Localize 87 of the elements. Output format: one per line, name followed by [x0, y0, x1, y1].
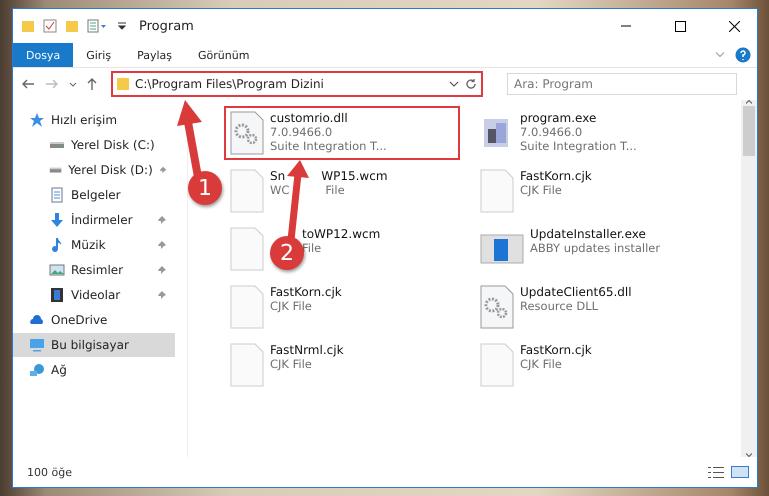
minimize-icon — [621, 25, 631, 27]
drive-icon — [49, 166, 62, 174]
sidebar-item[interactable]: Resimler — [13, 258, 175, 282]
file-name: Sn — [270, 169, 286, 183]
details-view-icon[interactable] — [707, 466, 725, 478]
star-icon — [29, 112, 45, 128]
large-icons-view-icon[interactable] — [731, 466, 749, 478]
network-icon — [29, 363, 45, 377]
pin-icon — [157, 240, 167, 250]
scrollbar[interactable] — [741, 100, 757, 457]
image-icon — [49, 264, 65, 276]
refresh-icon[interactable] — [465, 78, 477, 90]
file-detail: Suite Integration T... — [270, 139, 387, 153]
drive-icon — [49, 142, 65, 148]
file-detail: File — [325, 183, 345, 197]
sidebar-item[interactable]: Müzik — [13, 233, 175, 257]
file-name: FastNrml.cjk — [270, 343, 344, 357]
file-name: UpdateInstaller.exe — [530, 227, 646, 241]
file-name: FastKorn.cjk — [270, 285, 342, 299]
file-detail: File — [302, 241, 322, 255]
properties-icon[interactable] — [87, 19, 109, 33]
file-detail: ABBY updates installer — [530, 241, 660, 255]
sidebar-item[interactable]: Hızlı erişim — [13, 108, 175, 132]
gear-file-icon — [480, 285, 514, 329]
file-name: UpdateClient65.dll — [520, 285, 632, 299]
file-name: FastKorn.cjk — [520, 343, 592, 357]
sidebar-item[interactable]: Belgeler — [13, 183, 175, 207]
back-icon[interactable] — [21, 79, 35, 89]
sidebar-item[interactable]: Bu bilgisayar — [13, 333, 175, 357]
chevron-icon[interactable] — [449, 81, 459, 87]
film-icon — [49, 287, 65, 303]
sidebar-item[interactable]: Yerel Disk (D:) — [13, 158, 175, 182]
gear-file-icon — [230, 111, 264, 155]
ribbon-tab[interactable]: Giriş — [73, 43, 124, 67]
blank-file-icon — [230, 227, 264, 271]
folder-icon — [117, 78, 129, 90]
file-name: customrio.dll — [270, 111, 348, 125]
file-detail: 7.0.9466.0 — [520, 125, 582, 139]
maximize-icon — [674, 20, 686, 32]
window-title: Program — [139, 18, 195, 34]
cloud-icon — [29, 314, 45, 326]
ribbon-tab[interactable]: Görünüm — [185, 43, 262, 67]
blank-file-icon — [480, 169, 514, 213]
pin-icon — [157, 265, 167, 275]
address-bar[interactable]: C:\Program Files\Program Dizini — [111, 71, 483, 97]
blank-file-icon — [230, 169, 264, 213]
blank-file-icon — [480, 343, 514, 387]
sidebar-item[interactable]: Videolar — [13, 283, 175, 307]
blank-file-icon — [230, 343, 264, 387]
chevron-icon[interactable] — [69, 82, 77, 86]
file-name: program.exe — [520, 111, 596, 125]
monitor-icon — [29, 338, 45, 352]
file-detail: WC — [270, 183, 290, 197]
file-detail: CJK File — [270, 299, 312, 313]
file-detail: CJK File — [520, 357, 562, 371]
ribbon-tab[interactable]: Paylaş — [124, 43, 185, 67]
file-name: FastKorn.cjk — [520, 169, 592, 183]
file-detail: CJK File — [270, 357, 312, 371]
scroll-down-icon[interactable] — [746, 453, 752, 457]
item-count: 100 öğe — [27, 466, 73, 478]
up-icon[interactable] — [87, 77, 97, 91]
close-icon — [728, 20, 740, 32]
help-icon[interactable] — [735, 47, 751, 63]
folder-icon — [21, 20, 35, 32]
file-name: toWP12.wcm — [302, 227, 380, 241]
file-detail: 7.0.9466.0 — [270, 125, 332, 139]
sidebar-item[interactable]: Yerel Disk (C:) — [13, 133, 175, 157]
pin-icon — [157, 215, 167, 225]
file-tile[interactable]: customrio.dll 7.0.9466.0 Suite Integration T... — [224, 106, 460, 160]
sidebar-item[interactable]: Ağ — [13, 358, 175, 382]
file-detail: CJK File — [520, 183, 562, 197]
dropdown-icon[interactable] — [117, 22, 127, 30]
file-name: WP15.wcm — [321, 169, 388, 183]
scroll-up-icon[interactable] — [746, 100, 752, 104]
sidebar-item[interactable]: OneDrive — [13, 308, 175, 332]
pin-icon — [158, 165, 167, 175]
pin-icon — [157, 290, 167, 300]
blank-file-icon — [230, 285, 264, 329]
ribbon-tab[interactable]: Dosya — [13, 43, 74, 67]
search-field[interactable]: Ara: Program — [507, 73, 737, 95]
file-detail: Suite Integration T... — [520, 139, 637, 153]
document-icon — [49, 187, 65, 203]
scrollbar-thumb[interactable] — [743, 106, 755, 156]
checklist-icon[interactable] — [43, 19, 57, 33]
sidebar-item[interactable]: İndirmeler — [13, 208, 175, 232]
download-icon — [49, 212, 65, 228]
file-detail: Resource DLL — [520, 299, 598, 313]
